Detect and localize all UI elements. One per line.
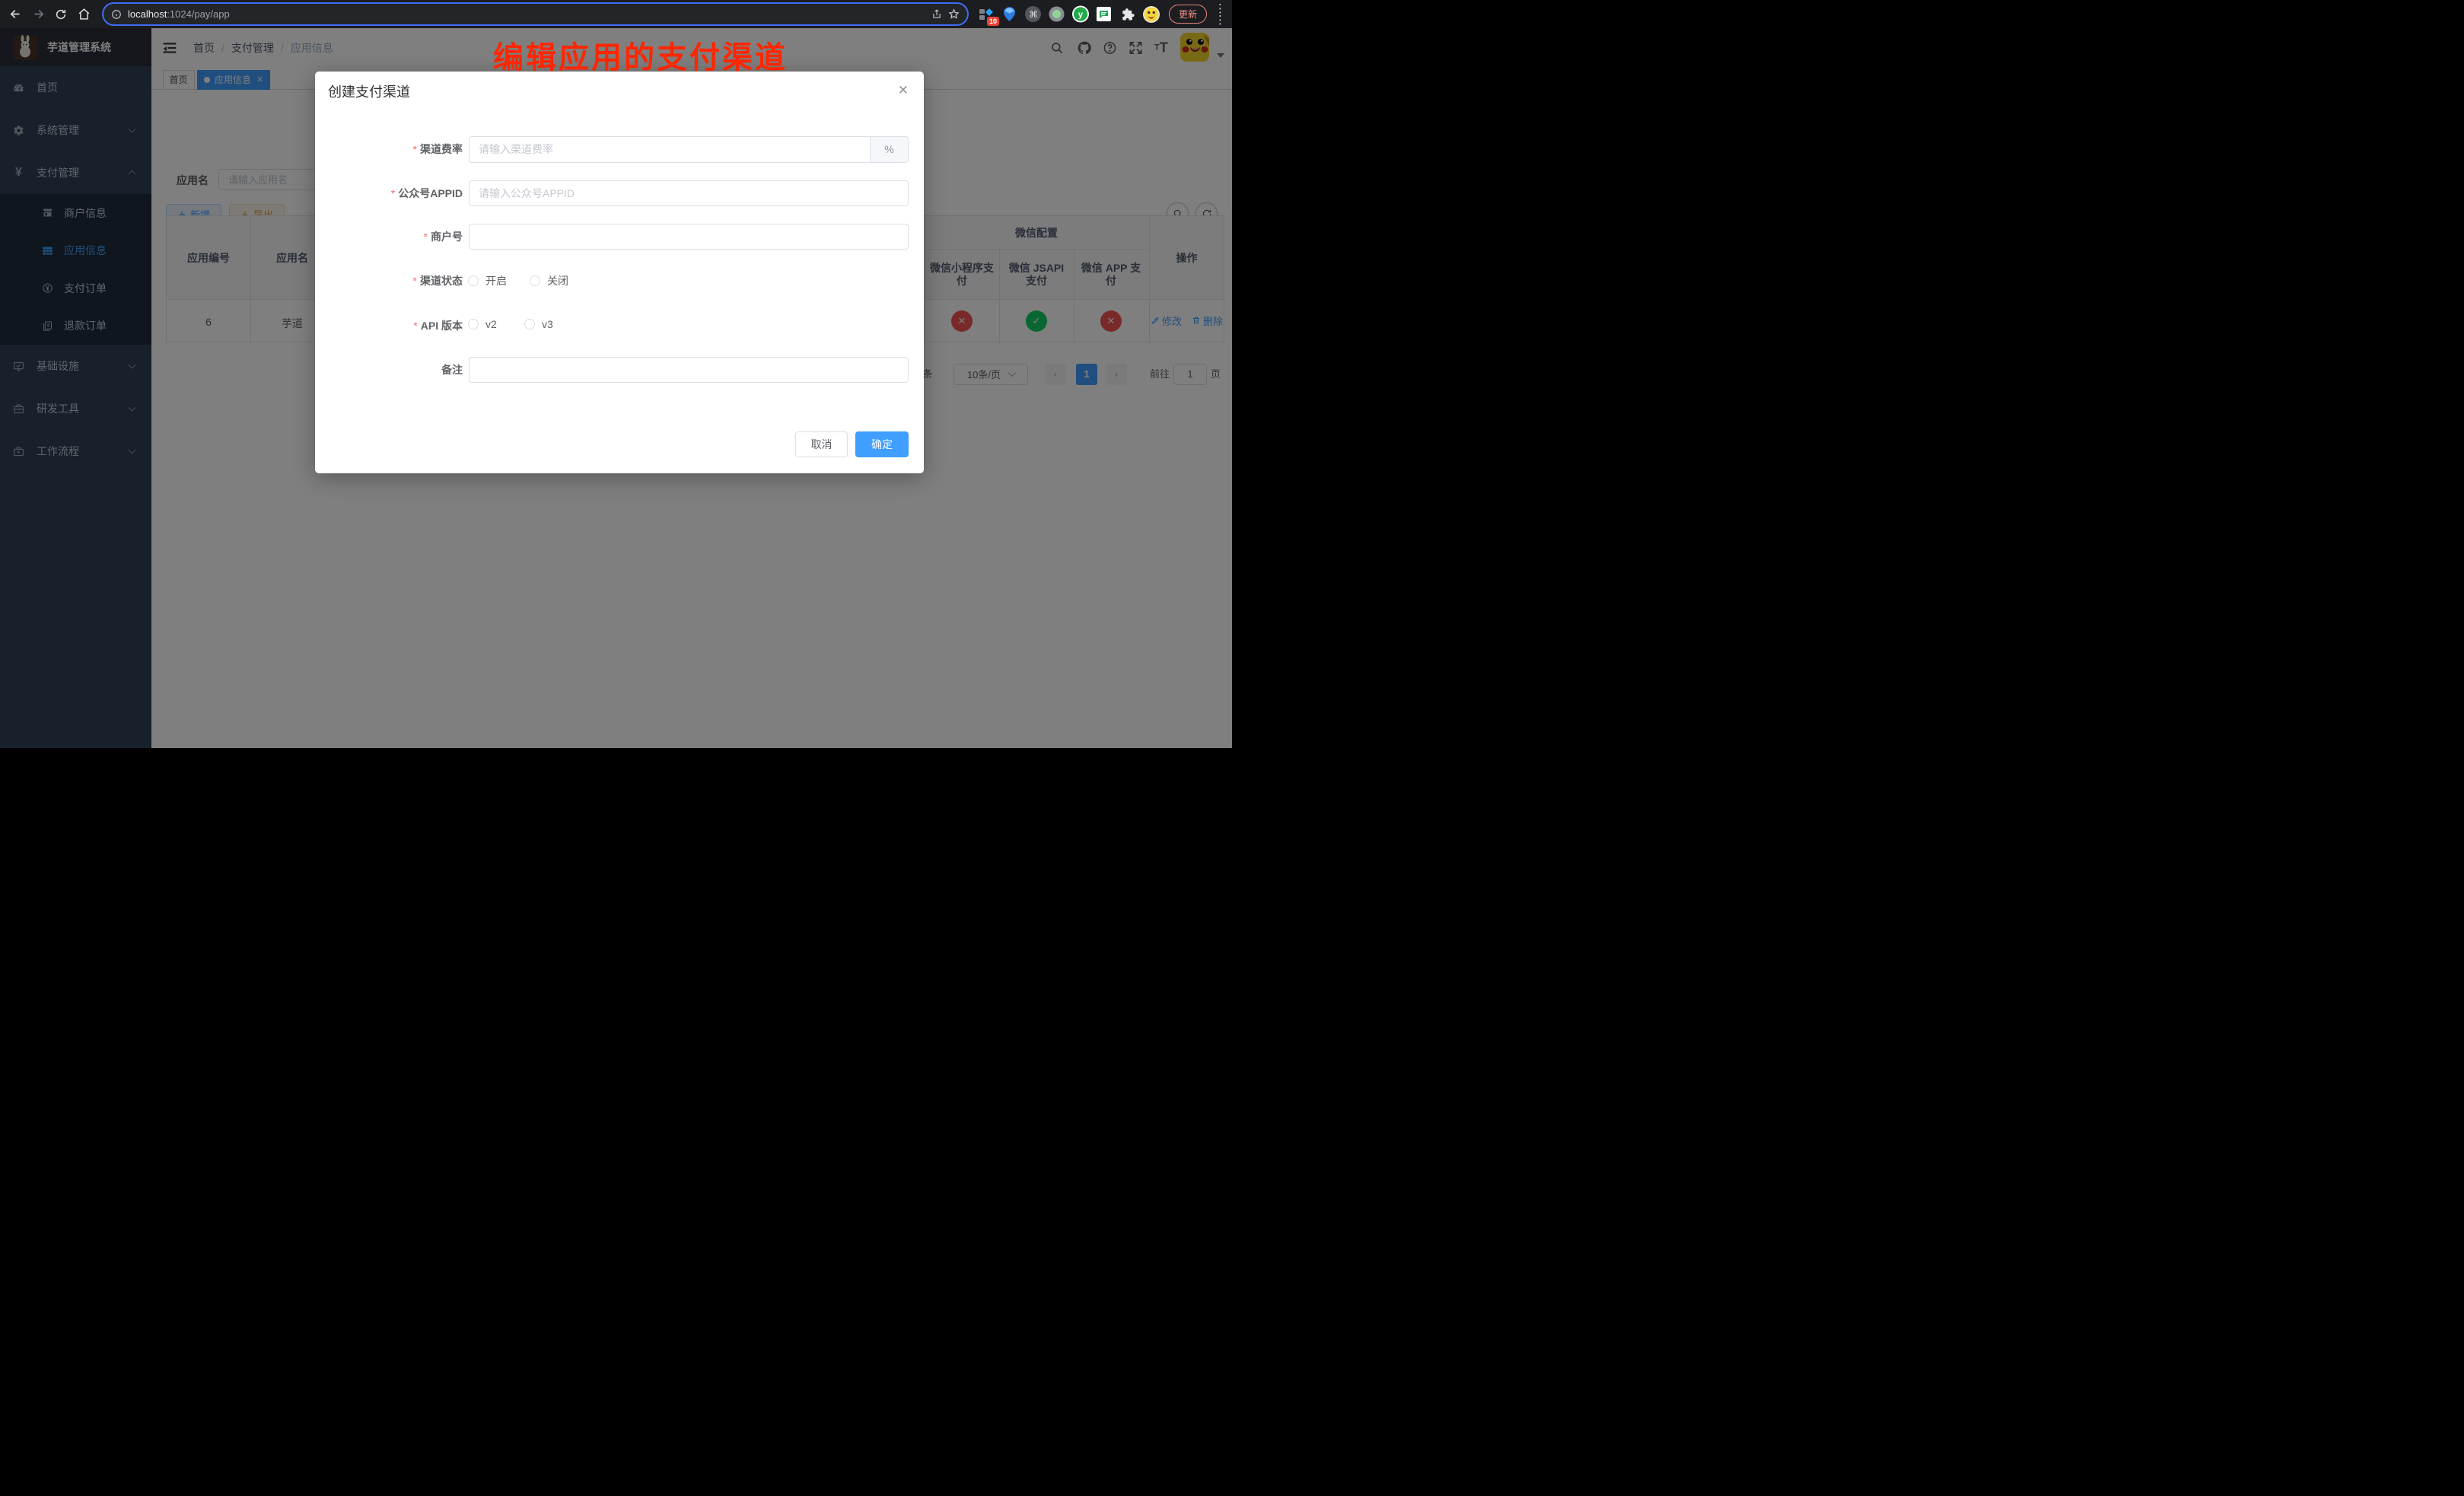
- radio-circle-icon: [530, 275, 540, 286]
- appid-input[interactable]: [469, 180, 909, 206]
- api-v3-radio[interactable]: v3: [524, 318, 553, 330]
- site-info-icon[interactable]: [111, 9, 122, 20]
- radio-circle-icon: [468, 275, 479, 286]
- ext-badge: 10: [987, 17, 999, 26]
- api-version-field-label: *API 版本: [413, 318, 463, 333]
- ext-pin-icon[interactable]: [1001, 6, 1018, 23]
- ext-y-icon[interactable]: y: [1072, 6, 1089, 23]
- rate-input[interactable]: [470, 137, 870, 162]
- rate-suffix: %: [870, 137, 908, 162]
- remark-input[interactable]: [469, 357, 909, 383]
- extensions-row: 10 ⌘ y: [978, 6, 1160, 23]
- ext-chat-icon[interactable]: [1096, 6, 1113, 23]
- screen: localhost:1024/pay/app 10 ⌘ y: [0, 0, 1232, 748]
- status-off-radio[interactable]: 关闭: [530, 273, 568, 288]
- share-icon[interactable]: [931, 8, 942, 20]
- forward-icon[interactable]: [29, 5, 47, 24]
- url-text: localhost:1024/pay/app: [128, 8, 925, 20]
- bookmark-star-icon[interactable]: [948, 8, 960, 20]
- remark-field-label: 备注: [441, 357, 463, 383]
- ext-command-icon[interactable]: ⌘: [1025, 6, 1042, 23]
- confirm-button[interactable]: 确定: [855, 431, 909, 458]
- url-bar[interactable]: localhost:1024/pay/app: [103, 4, 967, 24]
- home-icon[interactable]: [75, 5, 93, 24]
- svg-text:y: y: [1078, 11, 1084, 20]
- cancel-button[interactable]: 取消: [795, 431, 848, 458]
- status-field-label: *渠道状态: [413, 273, 463, 288]
- rate-field-label: *渠道费率: [413, 136, 463, 163]
- create-channel-dialog: 创建支付渠道 ✕ *渠道费率 % *公众号APPID *商户号: [315, 72, 924, 473]
- merchant-field-label: *商户号: [424, 224, 463, 250]
- profile-avatar-icon[interactable]: [1143, 6, 1160, 23]
- ext-dot-icon[interactable]: [1049, 6, 1065, 23]
- api-v2-radio[interactable]: v2: [468, 318, 497, 330]
- reload-icon[interactable]: [52, 5, 70, 24]
- browser-chrome: localhost:1024/pay/app 10 ⌘ y: [0, 0, 1232, 28]
- radio-circle-icon: [524, 319, 535, 329]
- extensions-puzzle-icon[interactable]: [1119, 6, 1136, 23]
- radio-circle-icon: [468, 319, 479, 329]
- appid-field-label: *公众号APPID: [391, 180, 463, 206]
- annotation-text: 编辑应用的支付渠道: [493, 33, 788, 77]
- browser-menu-icon[interactable]: ⋮⋮: [1214, 3, 1226, 26]
- dialog-close-icon[interactable]: ✕: [898, 84, 909, 97]
- app-window: 芋道管理系统 首页 系统管理 ¥ 支付管理: [0, 28, 1232, 748]
- ext-diamond-icon[interactable]: 10: [978, 6, 995, 23]
- status-on-radio[interactable]: 开启: [468, 273, 507, 288]
- rate-input-group: %: [469, 136, 909, 163]
- dialog-title: 创建支付渠道: [328, 81, 410, 101]
- back-icon[interactable]: [6, 5, 24, 24]
- browser-update-button[interactable]: 更新: [1169, 5, 1207, 24]
- merchant-input[interactable]: [469, 224, 909, 250]
